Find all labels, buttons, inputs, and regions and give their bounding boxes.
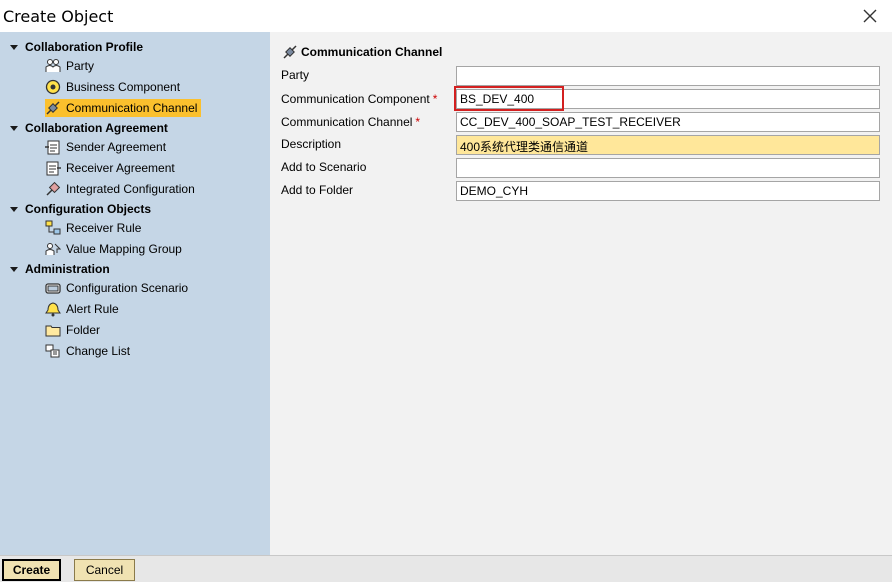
field-row-add-to-scenario: Add to Scenario [281,157,366,177]
highlight-annotation-box [454,86,564,111]
receiver-rule-icon [45,220,61,235]
communication-channel-icon [283,45,297,59]
group-collaboration-profile[interactable]: Collaboration Profile [10,39,143,55]
section-header: Communication Channel [282,44,442,60]
change-list-icon [45,344,60,358]
expand-arrow-icon[interactable] [10,206,18,212]
field-label: Add to Scenario [281,160,367,174]
add-to-scenario-input[interactable] [456,158,880,178]
expand-arrow-icon[interactable] [10,266,18,272]
communication-channel-icon [46,101,60,115]
close-icon[interactable] [860,6,880,26]
sidebar-item-value-mapping-group[interactable]: Value Mapping Group [45,240,186,258]
sidebar-item-receiver-rule[interactable]: Receiver Rule [45,219,145,237]
field-row-party: Party [281,65,309,85]
title-bar: Create Object [0,0,892,32]
window-title: Create Object [3,7,114,26]
field-row-communication-component: Communication Component * [281,89,437,109]
sidebar-item-configuration-scenario[interactable]: Configuration Scenario [45,279,192,297]
field-label: Communication Component [281,92,430,106]
group-administration[interactable]: Administration [10,261,110,277]
field-label: Party [281,68,310,82]
dialog-footer: Create Cancel [0,555,892,582]
description-input[interactable]: 400系统代理类通信通道 [456,135,880,155]
field-label: Description [281,137,342,151]
sidebar-item-receiver-agreement[interactable]: Receiver Agreement [45,159,179,177]
section-title: Communication Channel [301,45,443,59]
value-mapping-group-icon [45,243,61,255]
sidebar-item-change-list[interactable]: Change List [45,342,134,360]
alert-rule-icon [45,302,61,317]
field-row-communication-channel: Communication Channel * [281,112,420,132]
field-row-add-to-folder: Add to Folder [281,180,353,200]
party-input[interactable] [456,66,880,86]
create-button[interactable]: Create [2,559,61,581]
sidebar-item-sender-agreement[interactable]: Sender Agreement [45,138,170,156]
expand-arrow-icon[interactable] [10,125,18,131]
configuration-scenario-icon [45,283,61,294]
field-row-description: Description [281,134,341,154]
business-component-icon [45,79,61,95]
sidebar-item-business-component[interactable]: Business Component [45,78,184,96]
sender-agreement-icon [45,140,60,155]
sidebar-item-folder[interactable]: Folder [45,321,104,339]
party-icon [45,59,61,72]
integrated-configuration-icon [46,181,61,196]
receiver-agreement-icon [46,161,61,176]
sidebar-item-integrated-configuration[interactable]: Integrated Configuration [45,180,199,198]
folder-icon [45,325,61,337]
cancel-button[interactable]: Cancel [74,559,135,581]
add-to-folder-input[interactable]: DEMO_CYH [456,181,880,201]
sidebar-item-communication-channel[interactable]: Communication Channel [45,99,202,117]
communication-channel-input[interactable]: CC_DEV_400_SOAP_TEST_RECEIVER [456,112,880,132]
object-type-sidebar: Collaboration Profile Party Business Com… [0,32,270,555]
required-marker: * [415,115,421,129]
expand-arrow-icon[interactable] [10,44,18,50]
field-label: Communication Channel [281,115,413,129]
group-configuration-objects[interactable]: Configuration Objects [10,201,151,217]
field-label: Add to Folder [281,183,354,197]
form-panel: Communication Channel Party Communicatio… [270,32,892,555]
sidebar-item-alert-rule[interactable]: Alert Rule [45,300,123,318]
sidebar-item-party[interactable]: Party [45,57,98,75]
required-marker: * [432,92,438,106]
group-collaboration-agreement[interactable]: Collaboration Agreement [10,120,168,136]
